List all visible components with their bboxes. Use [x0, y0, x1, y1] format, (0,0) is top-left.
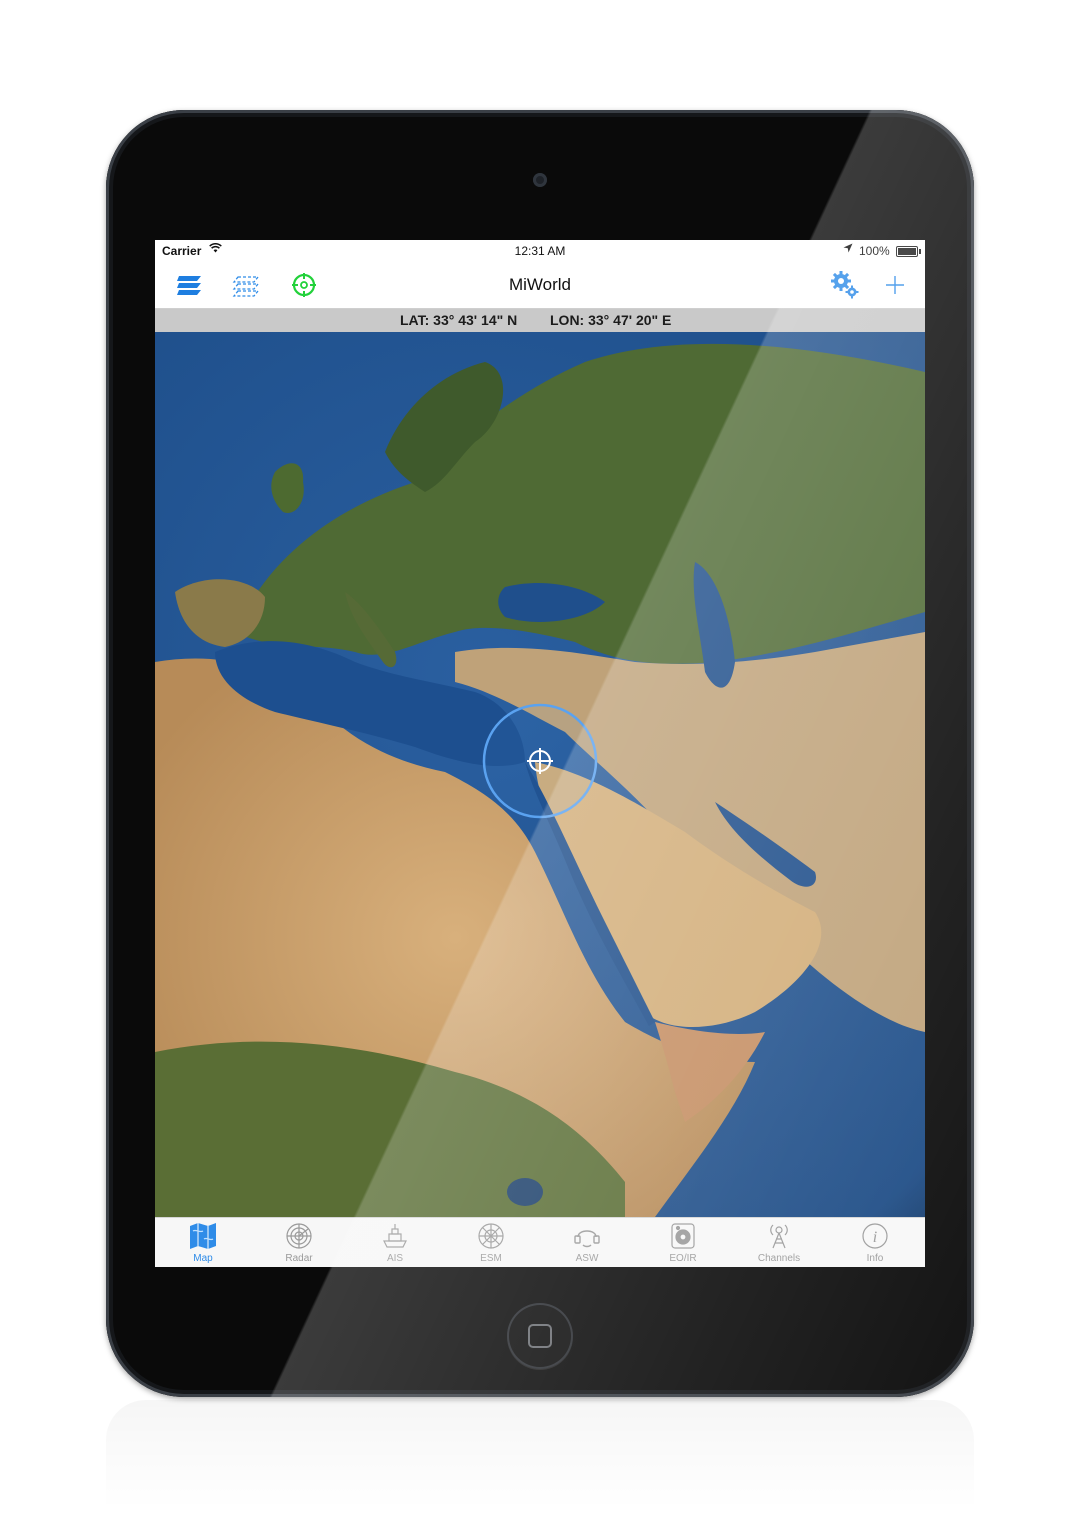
app-title: MiWorld: [508, 275, 572, 294]
stage: Carrier 12:31 AM 100% MiWorld LAT: 33° 4…: [0, 0, 1071, 1533]
tab-ais[interactable]: AIS: [347, 1218, 443, 1267]
tab-label-asw: ASW: [575, 1253, 599, 1264]
latitude-readout: LAT: 33° 43' 14" N: [400, 312, 518, 328]
satellite-globe[interactable]: [155, 332, 925, 1217]
tab-radar[interactable]: Radar: [251, 1218, 347, 1267]
ship-icon: [380, 1221, 410, 1251]
add-icon[interactable]: [880, 270, 910, 300]
tab-esm[interactable]: ESM: [443, 1218, 539, 1267]
tab-label-eoir: EO/IR: [669, 1253, 697, 1264]
clock: 12:31 AM: [514, 244, 566, 258]
esm-icon: [476, 1221, 506, 1251]
longitude-readout: LON: 33° 47' 20" E: [550, 312, 672, 328]
antenna-icon: [764, 1221, 794, 1251]
tab-asw[interactable]: ASW: [539, 1218, 635, 1267]
battery-icon: [896, 246, 921, 257]
status-bar: Carrier 12:31 AM 100%: [155, 240, 925, 262]
app-screen: Carrier 12:31 AM 100% MiWorld LAT: 33° 4…: [155, 240, 925, 1267]
navigation-bar: MiWorld: [155, 262, 925, 309]
sonar-icon: [572, 1221, 602, 1251]
tab-label-esm: ESM: [480, 1253, 502, 1264]
tab-channels[interactable]: Channels: [731, 1218, 827, 1267]
device-reflection: [106, 1400, 974, 1510]
target-reticle[interactable]: [482, 703, 598, 819]
tab-label-channels: Channels: [757, 1253, 801, 1264]
radar-icon: [284, 1221, 314, 1251]
location-arrow-icon: [843, 243, 853, 256]
tab-label-info: Info: [866, 1253, 884, 1264]
home-button[interactable]: [507, 1303, 573, 1369]
tab-map[interactable]: Map: [155, 1218, 251, 1267]
map-icon: [188, 1221, 218, 1251]
tab-bar: Map Radar AIS ESM ASW EO/IR Channels i I…: [155, 1217, 925, 1267]
tab-label-ais: AIS: [386, 1253, 404, 1264]
svg-text:i: i: [873, 1229, 877, 1246]
battery-percent: 100%: [859, 244, 890, 258]
tab-info[interactable]: i Info: [827, 1218, 923, 1267]
tab-eoir[interactable]: EO/IR: [635, 1218, 731, 1267]
settings-icon[interactable]: [830, 270, 860, 300]
ipad-device-frame: Carrier 12:31 AM 100% MiWorld LAT: 33° 4…: [106, 110, 974, 1397]
tab-label-radar: Radar: [285, 1253, 313, 1264]
globe-map-view[interactable]: [155, 332, 925, 1217]
home-square-icon: [528, 1324, 552, 1348]
tab-label-map: Map: [193, 1253, 213, 1264]
camera-icon: [668, 1221, 698, 1251]
info-icon: i: [860, 1221, 890, 1251]
coordinate-readout: LAT: 33° 43' 14" N LON: 33° 47' 20" E: [155, 309, 925, 332]
front-camera: [533, 173, 547, 187]
